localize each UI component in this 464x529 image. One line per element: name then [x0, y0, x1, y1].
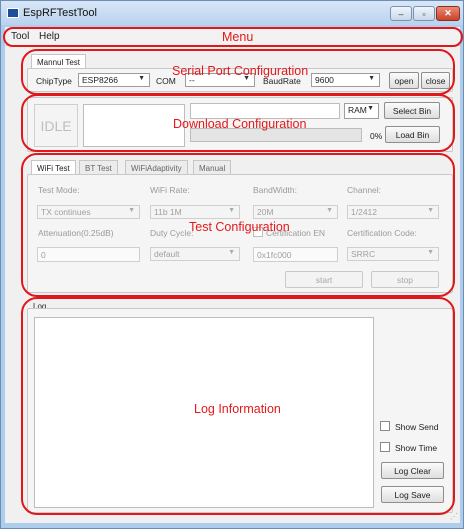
log-annotation: Log Information: [194, 402, 281, 416]
test-annotation: Test Configuration: [189, 220, 290, 234]
app-icon: [7, 8, 19, 18]
close-window-button[interactable]: ✕: [436, 6, 460, 21]
title-bar: EspRFTestTool – ▫ ✕: [1, 1, 463, 25]
window-title: EspRFTestTool: [23, 7, 97, 19]
app-window: EspRFTestTool – ▫ ✕ Tool Help Mannul Tes…: [0, 0, 464, 529]
download-annotation: Download Configuration: [173, 117, 307, 131]
serial-annotation: Serial Port Configuration: [172, 64, 309, 78]
resize-grip-icon[interactable]: ⋰: [450, 512, 458, 521]
minimize-button[interactable]: –: [390, 6, 412, 21]
maximize-button[interactable]: ▫: [413, 6, 435, 21]
menu-annotation: Menu: [222, 30, 254, 44]
